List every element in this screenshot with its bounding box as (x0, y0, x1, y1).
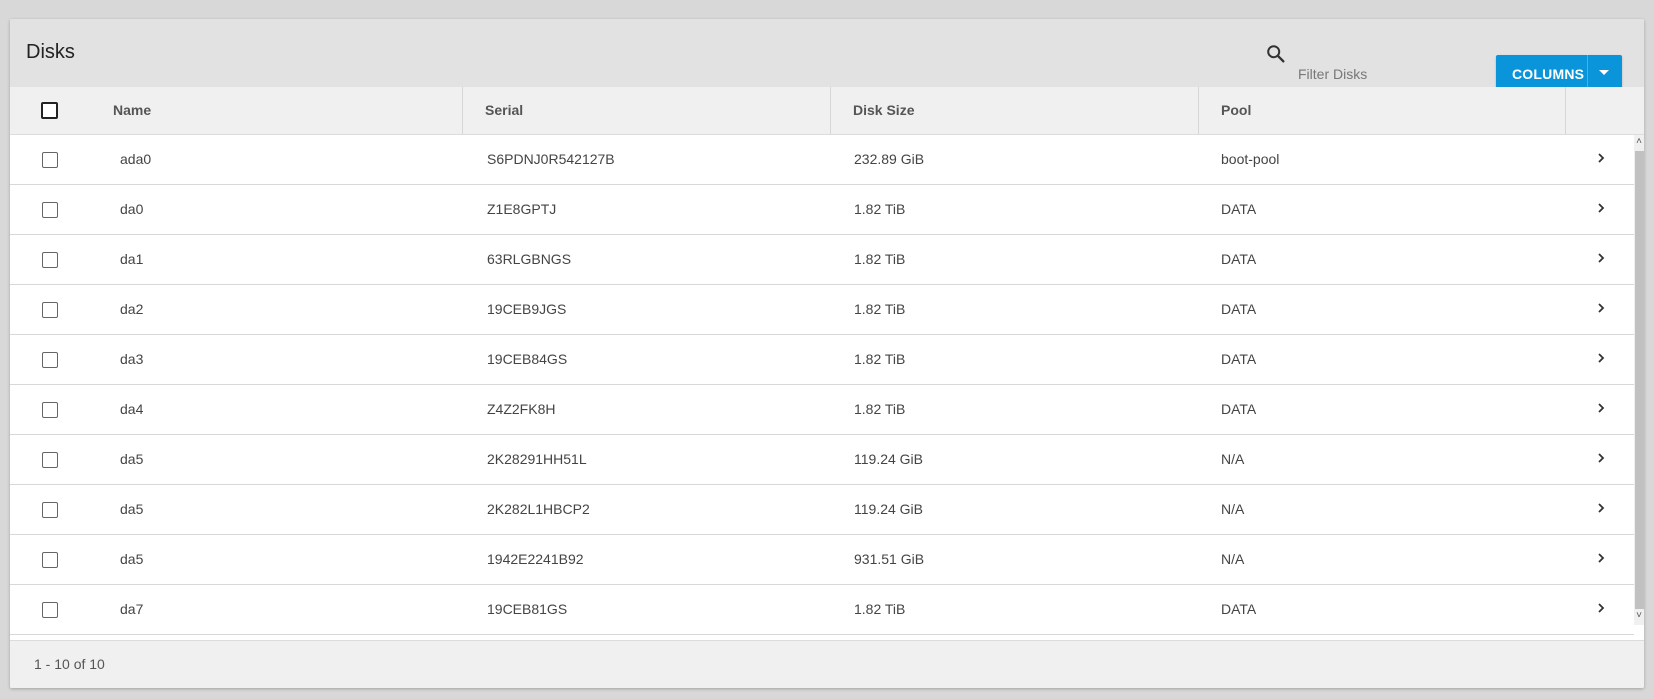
table-row[interactable]: ada0 S6PDNJ0R542127B 232.89 GiB boot-poo… (10, 135, 1634, 185)
table-row[interactable]: da0 Z1E8GPTJ 1.82 TiB DATA (10, 185, 1634, 235)
table-body: ada0 S6PDNJ0R542127B 232.89 GiB boot-poo… (10, 135, 1634, 635)
cell-disk-size: 1.82 TiB (854, 601, 906, 617)
column-divider[interactable] (1198, 87, 1199, 134)
cell-disk-size: 119.24 GiB (854, 451, 924, 467)
cell-pool: DATA (1221, 201, 1257, 217)
cell-name: da5 (120, 451, 144, 467)
cell-name: da1 (120, 251, 144, 267)
cell-serial: 2K282L1HBCP2 (487, 501, 590, 517)
paginator-range-label: 1 - 10 of 10 (34, 656, 105, 672)
cell-pool: N/A (1221, 501, 1245, 517)
cell-pool: N/A (1221, 551, 1245, 567)
table-row[interactable]: da1 63RLGBNGS 1.82 TiB DATA (10, 235, 1634, 285)
row-checkbox[interactable] (42, 252, 58, 268)
row-checkbox[interactable] (42, 352, 58, 368)
table-row[interactable]: da7 19CEB81GS 1.82 TiB DATA (10, 585, 1634, 635)
row-checkbox[interactable] (42, 402, 58, 418)
cell-serial: 1942E2241B92 (487, 551, 584, 567)
table-row[interactable]: da2 19CEB9JGS 1.82 TiB DATA (10, 285, 1634, 335)
cell-disk-size: 1.82 TiB (854, 351, 906, 367)
filter-disks-input[interactable] (1296, 61, 1480, 88)
chevron-right-icon[interactable] (1595, 402, 1607, 414)
cell-disk-size: 1.82 TiB (854, 251, 906, 267)
row-checkbox[interactable] (42, 152, 58, 168)
cell-disk-size: 931.51 GiB (854, 551, 925, 567)
cell-pool: DATA (1221, 301, 1257, 317)
cell-serial: 63RLGBNGS (487, 251, 572, 267)
cell-serial: Z1E8GPTJ (487, 201, 557, 217)
cell-pool: DATA (1221, 601, 1257, 617)
columns-button-label: COLUMNS (1512, 66, 1585, 82)
table-footer: 1 - 10 of 10 (10, 640, 1644, 688)
cell-serial: 19CEB81GS (487, 601, 568, 617)
page-title: Disks (26, 41, 75, 63)
columns-button[interactable]: COLUMNS (1496, 55, 1622, 90)
cell-serial: S6PDNJ0R542127B (487, 151, 615, 167)
chevron-right-icon[interactable] (1595, 452, 1607, 464)
columns-button-divider (1587, 55, 1588, 90)
chevron-right-icon[interactable] (1595, 352, 1607, 364)
row-checkbox[interactable] (42, 202, 58, 218)
cell-disk-size: 1.82 TiB (854, 401, 906, 417)
row-checkbox[interactable] (42, 452, 58, 468)
select-all-checkbox[interactable] (41, 102, 58, 119)
cell-serial: 19CEB9JGS (487, 301, 567, 317)
cell-pool: DATA (1221, 401, 1257, 417)
cell-name: ada0 (120, 151, 152, 167)
row-checkbox[interactable] (42, 302, 58, 318)
cell-disk-size: 1.82 TiB (854, 301, 906, 317)
cell-name: da2 (120, 301, 144, 317)
cell-name: da0 (120, 201, 144, 217)
toolbar: Disks COLUMNS (10, 19, 1644, 90)
table-row[interactable]: da3 19CEB84GS 1.82 TiB DATA (10, 335, 1634, 385)
cell-pool: boot-pool (1221, 151, 1280, 167)
chevron-right-icon[interactable] (1595, 552, 1607, 564)
row-checkbox[interactable] (42, 502, 58, 518)
cell-name: da4 (120, 401, 144, 417)
disks-card: Disks COLUMNS Name Serial Disk Size Pool… (10, 19, 1644, 688)
cell-serial: 2K28291HH51L (487, 451, 587, 467)
caret-down-icon[interactable] (1599, 70, 1609, 75)
search-icon (1267, 45, 1285, 63)
column-header-serial[interactable]: Serial (485, 87, 523, 134)
column-header-pool[interactable]: Pool (1221, 87, 1251, 134)
cell-pool: N/A (1221, 451, 1245, 467)
chevron-right-icon[interactable] (1595, 302, 1607, 314)
scrollbar-thumb[interactable] (1635, 151, 1644, 609)
cell-disk-size: 119.24 GiB (854, 501, 924, 517)
chevron-right-icon[interactable] (1595, 252, 1607, 264)
row-checkbox[interactable] (42, 602, 58, 618)
column-divider[interactable] (462, 87, 463, 134)
table-row[interactable]: da5 1942E2241B92 931.51 GiB N/A (10, 535, 1634, 585)
cell-serial: Z4Z2FK8H (487, 401, 556, 417)
cell-serial: 19CEB84GS (487, 351, 568, 367)
chevron-right-icon[interactable] (1595, 202, 1607, 214)
chevron-right-icon[interactable] (1595, 152, 1607, 164)
chevron-right-icon[interactable] (1595, 602, 1607, 614)
column-divider[interactable] (1565, 87, 1566, 134)
cell-pool: DATA (1221, 351, 1257, 367)
table-header-row: Name Serial Disk Size Pool (10, 87, 1644, 135)
scroll-up-arrow-icon[interactable]: ˄ (1634, 135, 1644, 149)
column-header-name[interactable]: Name (113, 87, 151, 134)
cell-name: da5 (120, 501, 144, 517)
cell-disk-size: 232.89 GiB (854, 151, 925, 167)
row-checkbox[interactable] (42, 552, 58, 568)
table-row[interactable]: da4 Z4Z2FK8H 1.82 TiB DATA (10, 385, 1634, 435)
cell-name: da7 (120, 601, 144, 617)
cell-name: da5 (120, 551, 144, 567)
column-divider[interactable] (830, 87, 831, 134)
cell-pool: DATA (1221, 251, 1257, 267)
cell-name: da3 (120, 351, 144, 367)
table-row[interactable]: da5 2K28291HH51L 119.24 GiB N/A (10, 435, 1634, 485)
vertical-scrollbar[interactable]: ˄ ˅ (1634, 135, 1644, 625)
cell-disk-size: 1.82 TiB (854, 201, 906, 217)
table-row[interactable]: da5 2K282L1HBCP2 119.24 GiB N/A (10, 485, 1634, 535)
chevron-right-icon[interactable] (1595, 502, 1607, 514)
scroll-down-arrow-icon[interactable]: ˅ (1634, 609, 1644, 623)
column-header-disk-size[interactable]: Disk Size (853, 87, 914, 134)
